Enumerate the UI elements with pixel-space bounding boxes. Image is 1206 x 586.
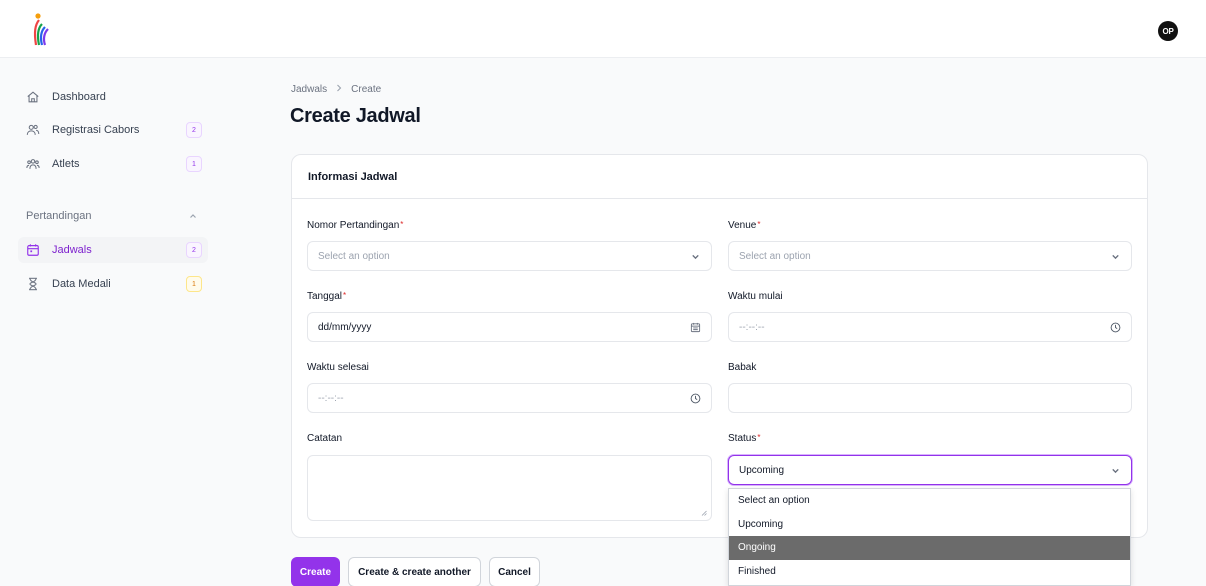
breadcrumb-current: Create [351, 84, 382, 95]
catatan-label: Catatan [307, 433, 343, 444]
sidebar-item-jadwals[interactable]: Jadwals 2 [18, 237, 208, 263]
waktu-mulai-time-input[interactable]: --:--:-- [728, 312, 1132, 342]
status-label: Status* [728, 433, 760, 444]
clock-icon[interactable] [1110, 322, 1121, 333]
time-value: --:--:-- [318, 392, 344, 404]
chevron-down-icon [692, 254, 699, 259]
sidebar-item-label: Atlets [52, 158, 80, 170]
sidebar-group-pertandingan[interactable]: Pertandingan [26, 209, 208, 223]
section-title: Informasi Jadwal [292, 155, 1147, 199]
chevron-down-icon [1112, 254, 1119, 259]
catatan-textarea[interactable] [307, 455, 712, 521]
status-option-upcoming[interactable]: Upcoming [729, 513, 1130, 537]
sidebar-item-registrasi-cabors[interactable]: Registrasi Cabors 2 [18, 117, 208, 143]
top-bar: OP [0, 0, 1206, 58]
status-option-finished[interactable]: Finished [729, 560, 1130, 584]
count-badge: 2 [186, 242, 202, 258]
status-option-select-an-option[interactable]: Select an option [729, 489, 1130, 513]
select-placeholder: Select an option [318, 250, 390, 262]
venue-select[interactable]: Select an option [728, 241, 1132, 271]
status-option-ongoing[interactable]: Ongoing [729, 536, 1130, 560]
venue-label: Venue* [728, 220, 761, 231]
clock-icon[interactable] [690, 393, 701, 404]
chevron-down-icon [1112, 468, 1119, 473]
label-text: Nomor Pertandingan [307, 220, 400, 231]
waktu-selesai-label: Waktu selesai [307, 362, 369, 373]
home-icon [27, 91, 39, 103]
waktu-mulai-label: Waktu mulai [728, 291, 783, 302]
required-mark: * [757, 220, 761, 229]
cancel-button[interactable]: Cancel [489, 557, 540, 586]
status-dropdown-list: Select an option Upcoming Ongoing Finish… [728, 488, 1131, 586]
users-icon [26, 124, 40, 135]
sidebar-item-label: Dashboard [52, 91, 106, 103]
count-badge: 1 [186, 276, 202, 292]
sidebar-item-label: Data Medali [52, 278, 111, 290]
calendar-icon [27, 244, 39, 256]
required-mark: * [343, 291, 347, 300]
resize-handle-icon[interactable] [701, 510, 707, 516]
label-text: Tanggal [307, 291, 343, 302]
select-placeholder: Select an option [739, 250, 811, 262]
label-text: Venue [728, 220, 757, 231]
tanggal-label: Tanggal* [307, 291, 346, 302]
user-group-icon [26, 159, 40, 169]
count-badge: 2 [186, 122, 202, 138]
sidebar-item-atlets[interactable]: Atlets 1 [18, 151, 208, 177]
calendar-icon[interactable] [690, 322, 701, 333]
time-value: --:--:-- [739, 321, 765, 333]
waktu-selesai-time-input[interactable]: --:--:-- [307, 383, 712, 413]
breadcrumb-separator-icon [335, 84, 343, 95]
status-select[interactable]: Upcoming [728, 455, 1132, 485]
nomor-pertandingan-select[interactable]: Select an option [307, 241, 712, 271]
tanggal-date-input[interactable]: dd/mm/yyyy [307, 312, 712, 342]
sidebar-item-label: Jadwals [52, 244, 92, 256]
nomor-pertandingan-label: Nomor Pertandingan* [307, 220, 403, 231]
sidebar-group-label: Pertandingan [26, 210, 92, 222]
create-and-create-another-button[interactable]: Create & create another [348, 557, 481, 586]
create-button[interactable]: Create [291, 557, 340, 586]
hourglass-icon [29, 277, 37, 291]
label-text: Status [728, 433, 757, 444]
sidebar-item-data-medali[interactable]: Data Medali 1 [18, 271, 208, 297]
babak-input[interactable] [728, 383, 1132, 413]
select-value: Upcoming [739, 464, 785, 476]
chevron-up-icon [190, 214, 196, 218]
brand-logo[interactable] [30, 12, 52, 46]
count-badge: 1 [186, 156, 202, 172]
babak-label: Babak [728, 362, 757, 373]
required-mark: * [757, 433, 761, 442]
required-mark: * [400, 220, 404, 229]
date-value: dd/mm/yyyy [318, 321, 372, 333]
page-title: Create Jadwal [290, 105, 421, 127]
sidebar-item-dashboard[interactable]: Dashboard [18, 84, 208, 110]
breadcrumb-link-jadwals[interactable]: Jadwals [291, 84, 327, 95]
sidebar-item-label: Registrasi Cabors [52, 124, 140, 136]
user-avatar[interactable]: OP [1158, 21, 1178, 41]
breadcrumb: Jadwals Create [291, 84, 381, 95]
